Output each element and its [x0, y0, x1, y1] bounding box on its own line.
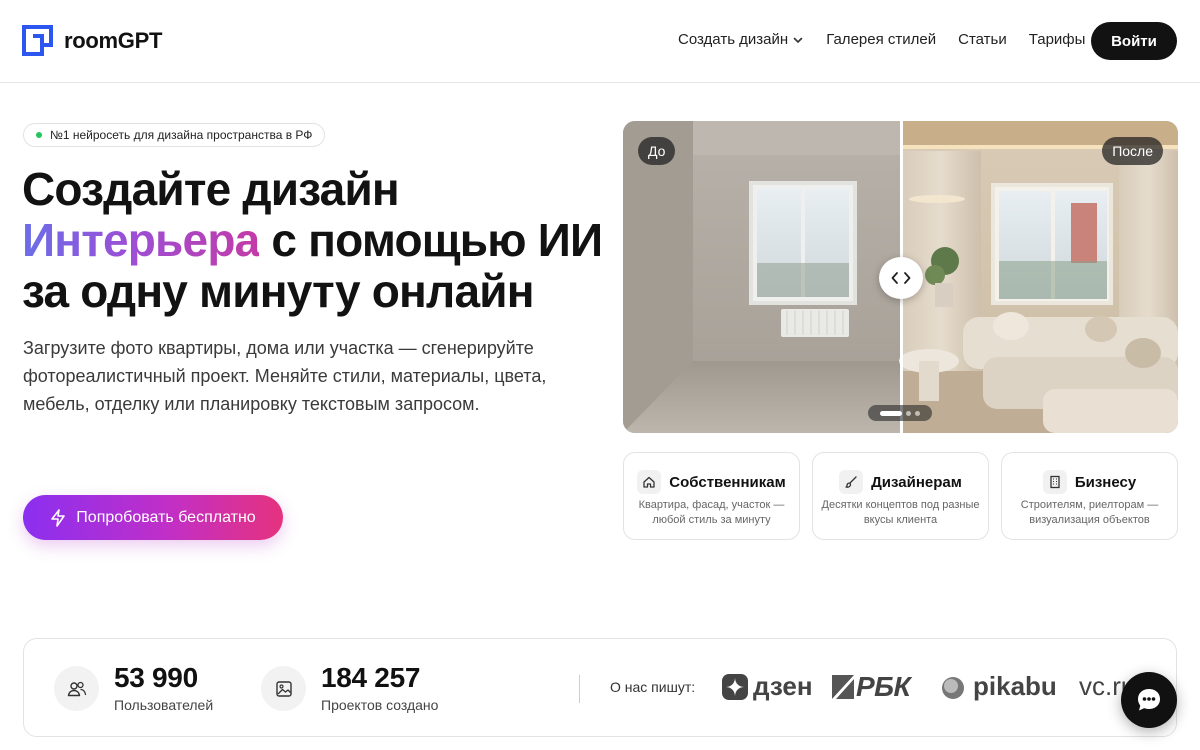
nav-articles[interactable]: Статьи — [958, 31, 1007, 48]
chevron-down-icon — [793, 37, 803, 43]
hero-title-accent: Интерьера — [22, 214, 260, 266]
stats-bar: 53 990 Пользователей 184 257 Проектов со… — [23, 638, 1177, 737]
compare-drag-handle[interactable] — [879, 257, 923, 299]
press-rbk-text: РБК — [856, 671, 911, 702]
hero-badge: №1 нейросеть для дизайна пространства в … — [23, 123, 326, 147]
hero-description: Загрузите фото квартиры, дома или участк… — [23, 338, 547, 414]
nav-create-design[interactable]: Создать дизайн — [678, 31, 804, 48]
lightning-icon — [51, 508, 66, 527]
slide-dot[interactable] — [906, 410, 911, 416]
rbk-mark-icon — [832, 675, 854, 699]
stats-divider — [579, 675, 580, 703]
logo[interactable]: roomGPT — [22, 25, 162, 56]
audience-card-subtitle: Строителям, риелторам — визуализация объ… — [1020, 499, 1159, 526]
chat-bubble-icon — [1138, 689, 1160, 711]
audience-card-business[interactable]: Бизнесу Строителям, риелторам — визуализ… — [1001, 452, 1178, 540]
logo-text: roomGPT — [64, 27, 163, 53]
press-logo-dzen[interactable]: дзен — [722, 671, 813, 702]
hero-badge-text: №1 нейросеть для дизайна пространства в … — [50, 128, 313, 142]
try-free-button[interactable]: Попробовать бесплатно — [23, 495, 283, 540]
after-label: После — [1102, 137, 1163, 165]
building-icon — [1042, 470, 1067, 494]
brush-icon — [839, 470, 864, 494]
site-header: roomGPT Создать дизайн Галерея стилей Ст… — [0, 0, 1200, 83]
main-nav: Создать дизайн Галерея стилей Статьи Тар… — [678, 31, 1107, 48]
users-count: 53 990 — [114, 662, 198, 693]
users-label: Пользователей — [114, 697, 214, 713]
status-dot-icon — [36, 132, 42, 138]
nav-style-gallery[interactable]: Галерея стилей — [826, 31, 936, 48]
press-label: О нас пишут: — [610, 679, 696, 695]
logo-icon — [22, 25, 53, 56]
nav-create-design-label: Создать дизайн — [678, 31, 789, 48]
image-icon — [261, 666, 306, 711]
try-free-button-label: Попробовать бесплатно — [76, 508, 256, 526]
before-after-slider[interactable]: До После — [623, 121, 1178, 433]
audience-card-title: Бизнесу — [1074, 473, 1137, 491]
press-logo-rbk[interactable]: РБК — [832, 671, 911, 703]
nav-style-gallery-label: Галерея стилей — [826, 31, 937, 48]
audience-card-designers[interactable]: Дизайнерам Десятки концептов под разные … — [812, 452, 989, 540]
hero-title-line1: Создайте дизайн — [22, 163, 400, 215]
audience-card-title: Дизайнерам — [871, 473, 962, 491]
nav-pricing[interactable]: Тарифы — [1029, 31, 1086, 48]
dzen-star-icon — [722, 673, 748, 700]
audience-card-subtitle: Десятки концептов под разные вкусы клиен… — [821, 499, 980, 526]
audience-card-title: Собственникам — [669, 473, 786, 491]
login-button[interactable]: Войти — [1091, 22, 1177, 60]
audience-card-owners[interactable]: Собственникам Квартира, фасад, участок —… — [623, 452, 800, 540]
hero-title: Создайте дизайн Интерьера с помощью ИИ з… — [22, 164, 622, 317]
audience-card-subtitle: Квартира, фасад, участок — любой стиль з… — [638, 499, 785, 526]
projects-count: 184 257 — [321, 662, 421, 693]
pikabu-mark-icon — [942, 676, 964, 699]
chevrons-left-right-icon — [891, 272, 911, 284]
users-icon — [54, 666, 99, 711]
slide-dot-active[interactable] — [880, 410, 902, 416]
press-logo-pikabu[interactable]: pikabu — [939, 671, 1057, 702]
nav-pricing-label: Тарифы — [1028, 31, 1086, 48]
press-dzen-text: дзен — [753, 671, 813, 701]
slide-pagination — [868, 405, 932, 421]
before-label: До — [638, 137, 676, 165]
hero-title-line3: за одну минуту онлайн — [22, 265, 534, 317]
press-pikabu-text: pikabu — [973, 671, 1057, 701]
home-icon — [637, 470, 662, 494]
chat-button[interactable] — [1121, 672, 1177, 728]
projects-label: Проектов создано — [321, 697, 439, 713]
nav-articles-label: Статьи — [958, 31, 1007, 48]
hero-title-line2-rest: с помощью ИИ — [259, 214, 603, 266]
slide-dot[interactable] — [915, 410, 920, 416]
